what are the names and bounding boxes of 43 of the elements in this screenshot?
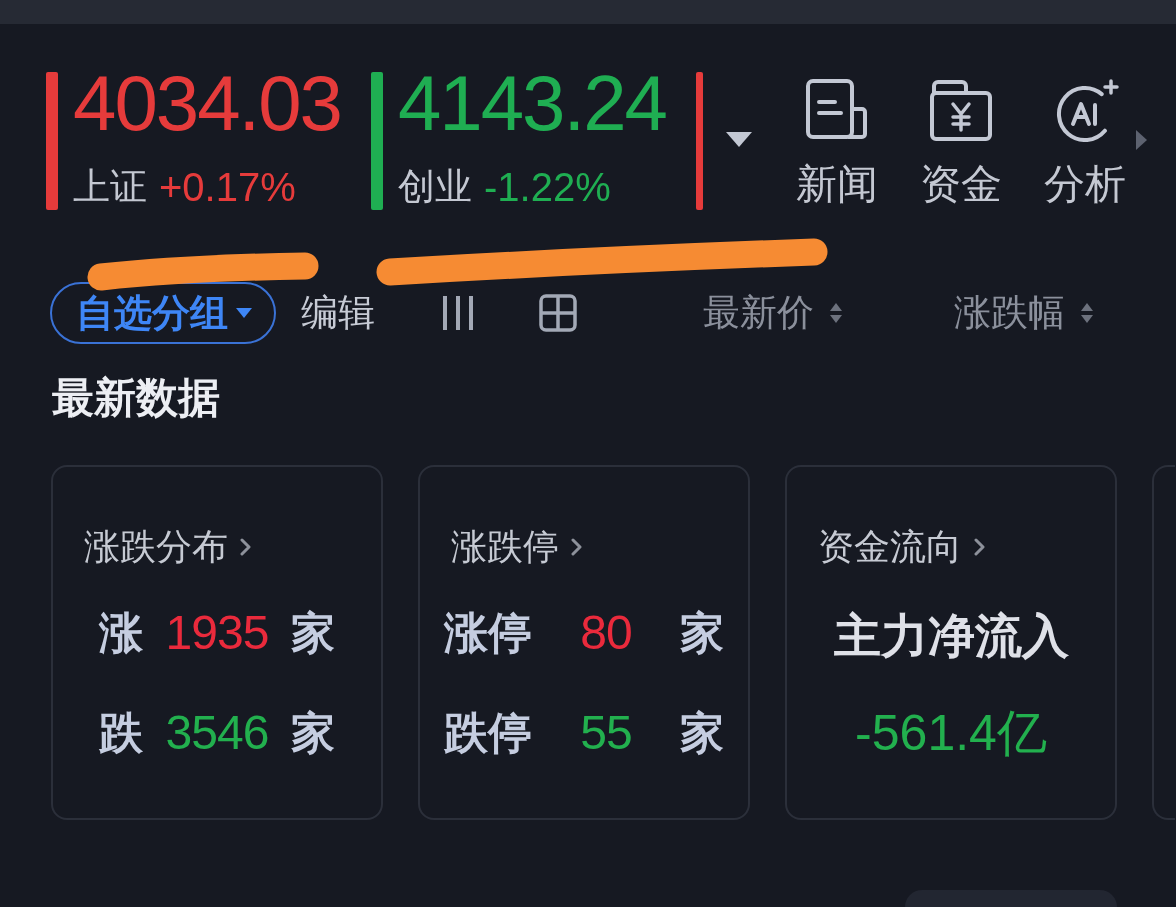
- count-unit: 家: [291, 606, 335, 660]
- sort-icon: [830, 303, 842, 323]
- index-change: -1.22%: [483, 164, 611, 210]
- shortcut-button[interactable]: 分析: [1037, 78, 1132, 209]
- count-value: 80: [579, 605, 633, 661]
- sort-column-button[interactable]: 最新价: [703, 288, 842, 338]
- count-value: 3546: [165, 705, 269, 761]
- yen-folder-icon: [927, 78, 994, 142]
- section-title: 最新数据: [51, 373, 221, 423]
- caret-icon: [236, 308, 252, 318]
- chevron-right-icon: [240, 538, 251, 556]
- count-value: 1935: [165, 605, 269, 661]
- columns-icon[interactable]: [441, 294, 475, 332]
- sort-icon: [1081, 303, 1093, 323]
- grid-icon[interactable]: [539, 294, 577, 332]
- shortcut-button[interactable]: 新闻: [789, 78, 884, 209]
- group-dropdown-button[interactable]: 自选分组: [50, 282, 276, 344]
- shortcut-button[interactable]: 资金: [913, 78, 1008, 209]
- flow-value: -561.4亿: [855, 704, 1047, 763]
- card-title-link[interactable]: 涨跌停: [451, 525, 582, 569]
- count-label: 跌: [99, 706, 143, 760]
- sort-column-button[interactable]: 涨跌幅: [954, 288, 1093, 338]
- count-value: 55: [579, 705, 633, 761]
- index-name: 上证: [73, 164, 147, 210]
- arrow-right-icon[interactable]: [1135, 130, 1147, 150]
- card-title-link[interactable]: 涨跌分布: [84, 525, 251, 569]
- dropdown-triangle-icon[interactable]: [725, 132, 752, 147]
- chevron-right-icon: [571, 538, 582, 556]
- edit-button[interactable]: 编辑: [301, 288, 375, 338]
- newspaper-icon: [803, 78, 870, 142]
- index-name: 创业: [397, 164, 472, 210]
- count-unit: 家: [291, 706, 335, 760]
- index-change: +0.17%: [159, 164, 296, 210]
- count-label: 涨停: [444, 606, 532, 660]
- count-label: 涨: [99, 606, 143, 660]
- count-unit: 家: [680, 606, 724, 660]
- chevron-right-icon: [974, 538, 985, 556]
- index-value: 4034.03: [73, 70, 341, 136]
- index-value: 4143.24: [397, 70, 666, 136]
- card-title-link[interactable]: 资金流向: [787, 525, 985, 569]
- count-label: 跌停: [444, 706, 532, 760]
- count-unit: 家: [680, 706, 724, 760]
- flow-label: 主力净流入: [833, 607, 1069, 665]
